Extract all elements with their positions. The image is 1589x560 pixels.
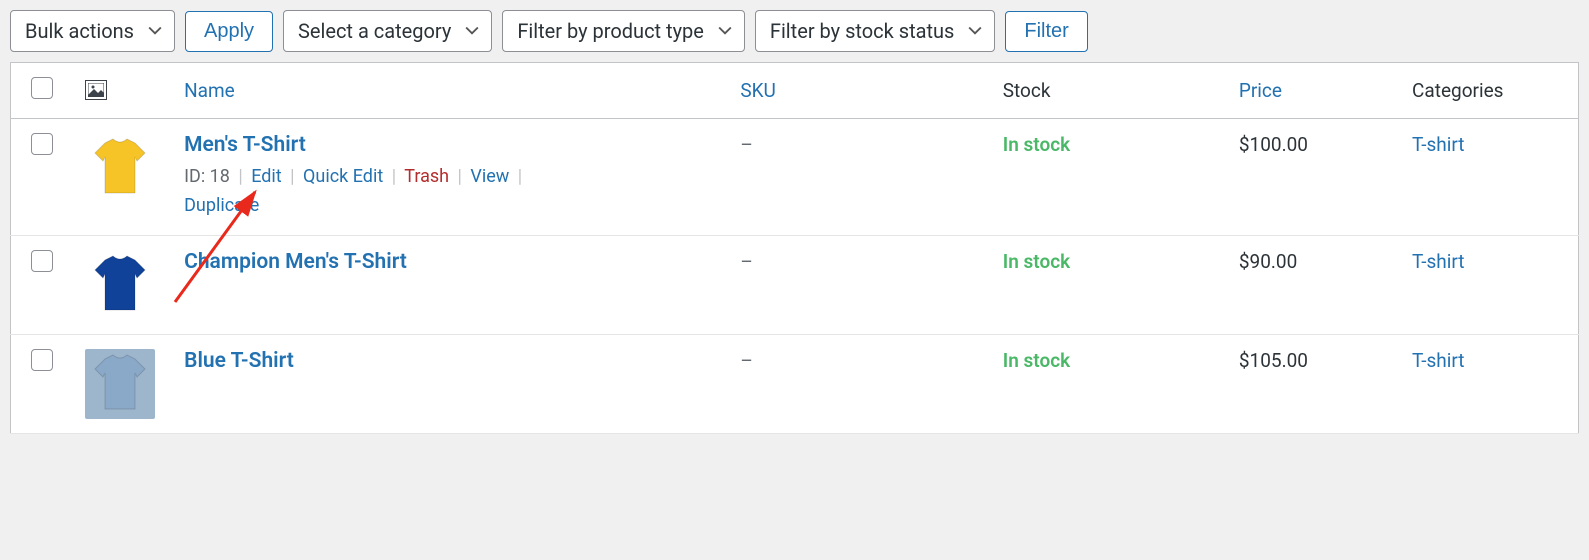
products-table: Name SKU Stock Price Categories Men's T-… xyxy=(10,62,1579,434)
product-name-link[interactable]: Champion Men's T-Shirt xyxy=(184,250,407,274)
stock-status-select[interactable]: Filter by stock status xyxy=(755,10,996,52)
quick-edit-link[interactable]: Quick Edit xyxy=(303,166,383,187)
column-image xyxy=(73,63,172,119)
product-type-select[interactable]: Filter by product type xyxy=(502,10,745,52)
product-name-link[interactable]: Blue T-Shirt xyxy=(184,349,294,373)
product-price: $100.00 xyxy=(1239,133,1308,156)
chevron-down-icon xyxy=(148,24,162,38)
view-link[interactable]: View xyxy=(470,166,509,187)
product-thumbnail[interactable] xyxy=(73,334,172,433)
bulk-actions-label: Bulk actions xyxy=(25,19,134,43)
product-price: $105.00 xyxy=(1239,349,1308,372)
category-link[interactable]: T-shirt xyxy=(1412,250,1464,273)
product-sku: – xyxy=(740,349,752,372)
product-thumbnail[interactable] xyxy=(73,119,172,236)
chevron-down-icon xyxy=(718,24,732,38)
select-all-checkbox[interactable] xyxy=(31,77,53,99)
column-sku[interactable]: SKU xyxy=(728,63,990,119)
stock-status: In stock xyxy=(1003,133,1070,156)
stock-status: In stock xyxy=(1003,250,1070,273)
row-checkbox[interactable] xyxy=(31,250,53,272)
category-link[interactable]: T-shirt xyxy=(1412,349,1464,372)
column-price[interactable]: Price xyxy=(1227,63,1400,119)
product-type-select-label: Filter by product type xyxy=(517,19,704,43)
product-price: $90.00 xyxy=(1239,250,1297,273)
image-icon xyxy=(85,80,107,100)
product-name-link[interactable]: Men's T-Shirt xyxy=(184,133,306,157)
chevron-down-icon xyxy=(968,24,982,38)
category-link[interactable]: T-shirt xyxy=(1412,133,1464,156)
products-toolbar: Bulk actions Apply Select a category Fil… xyxy=(0,0,1589,62)
table-row: Champion Men's T-Shirt – In stock $90.00… xyxy=(11,235,1579,334)
column-stock: Stock xyxy=(991,63,1227,119)
product-thumbnail[interactable] xyxy=(73,235,172,334)
row-actions: ID: 18 | Edit | Quick Edit | Trash | Vie… xyxy=(184,163,604,221)
row-checkbox[interactable] xyxy=(31,133,53,155)
duplicate-link[interactable]: Duplicate xyxy=(184,195,259,216)
table-row: Men's T-Shirt ID: 18 | Edit | Quick Edit… xyxy=(11,119,1579,236)
product-id: ID: 18 xyxy=(184,166,230,187)
row-checkbox[interactable] xyxy=(31,349,53,371)
column-categories: Categories xyxy=(1400,63,1578,119)
category-select-label: Select a category xyxy=(298,19,451,43)
filter-button[interactable]: Filter xyxy=(1005,11,1087,52)
stock-status-select-label: Filter by stock status xyxy=(770,19,955,43)
product-sku: – xyxy=(740,250,752,273)
edit-link[interactable]: Edit xyxy=(251,166,281,187)
trash-link[interactable]: Trash xyxy=(404,166,449,187)
product-sku: – xyxy=(740,133,752,156)
stock-status: In stock xyxy=(1003,349,1070,372)
category-select[interactable]: Select a category xyxy=(283,10,492,52)
table-row: Blue T-Shirt – In stock $105.00 T-shirt xyxy=(11,334,1579,433)
bulk-actions-select[interactable]: Bulk actions xyxy=(10,10,175,52)
apply-button[interactable]: Apply xyxy=(185,11,273,52)
column-select-all xyxy=(11,63,74,119)
chevron-down-icon xyxy=(465,24,479,38)
column-name[interactable]: Name xyxy=(172,63,728,119)
